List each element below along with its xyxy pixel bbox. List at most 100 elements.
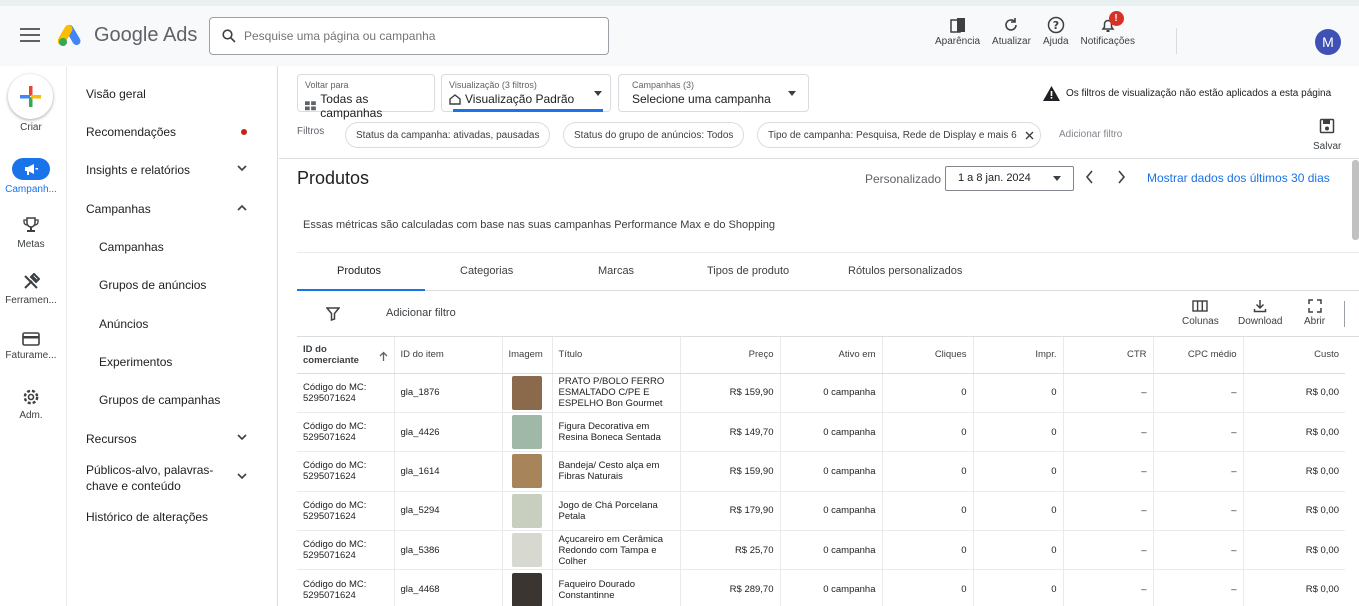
col-item-id[interactable]: ID do item — [393, 337, 502, 374]
filter-chip-campaign-status[interactable]: Status da campanha: ativadas, pausadas — [345, 122, 551, 148]
tab-categories[interactable]: Categorias — [460, 265, 513, 277]
campaign-selector[interactable]: Campanhas (3) Selecione uma campanha — [618, 74, 809, 112]
close-icon[interactable] — [1025, 131, 1034, 140]
item-id-link[interactable]: gla_1876 — [393, 373, 502, 413]
nav-ad-groups[interactable]: Grupos de anúncios — [99, 278, 206, 292]
product-title-link[interactable]: Bandeja/ Cesto alça em Fibras Naturais — [551, 451, 680, 492]
rail-tools[interactable]: Ferramen... — [0, 272, 62, 306]
save-button[interactable]: Salvar — [1313, 118, 1341, 152]
chevron-up-icon[interactable] — [237, 204, 247, 211]
item-id-link[interactable]: gla_5386 — [393, 530, 502, 571]
nav-campaigns-group[interactable]: Campanhas — [86, 202, 151, 216]
tools-icon — [24, 272, 41, 289]
chevron-left-icon[interactable] — [1085, 170, 1094, 184]
product-title-link[interactable]: Jogo de Chá Porcelana Petala — [551, 491, 680, 532]
back-to-selector[interactable]: Voltar para Todas as campanhas — [297, 74, 435, 120]
rail-billing[interactable]: Faturame... — [0, 332, 62, 361]
nav-recommendations[interactable]: Recomendações — [86, 125, 176, 139]
col-clicks[interactable]: Cliques — [881, 337, 973, 374]
nav-insights[interactable]: Insights e relatórios — [86, 163, 190, 177]
col-avg-cpc[interactable]: CPC médio — [1152, 337, 1243, 374]
table-row[interactable]: Código do MC: 5295071624 gla_1614 Bandeja/… — [297, 451, 1345, 492]
nav-ads[interactable]: Anúncios — [99, 317, 148, 331]
menu-icon[interactable] — [20, 28, 40, 42]
refresh-button[interactable]: Atualizar — [992, 14, 1031, 47]
ctr-cell: – — [1062, 491, 1153, 532]
toolbar-add-filter[interactable]: Adicionar filtro — [386, 307, 456, 319]
chevron-down-icon[interactable] — [237, 473, 247, 480]
nav-change-history[interactable]: Histórico de alterações — [86, 510, 208, 524]
product-title-link[interactable]: Faqueiro Dourado Constantinne — [551, 569, 680, 606]
col-image[interactable]: Imagem — [501, 337, 552, 374]
col-active-in[interactable]: Ativo em — [779, 337, 882, 374]
nav-campaign-groups[interactable]: Grupos de campanhas — [99, 393, 220, 407]
col-title[interactable]: Título — [551, 337, 680, 374]
item-id-link[interactable]: gla_5294 — [393, 491, 502, 532]
nav-audiences[interactable]: Públicos-alvo, palavras- chave e conteúd… — [86, 462, 213, 494]
col-merchant-id[interactable]: ID do comerciante — [297, 337, 394, 374]
nav-experiments[interactable]: Experimentos — [99, 355, 172, 369]
product-image-cell — [501, 412, 552, 453]
sort-arrow-up-icon[interactable] — [379, 351, 388, 361]
item-id-link[interactable]: gla_4468 — [393, 569, 502, 606]
nav-campaigns[interactable]: Campanhas — [99, 240, 164, 254]
tab-brands[interactable]: Marcas — [598, 265, 634, 277]
filter-chip-campaign-type[interactable]: Tipo de campanha: Pesquisa, Rede de Disp… — [757, 122, 1041, 148]
rail-admin[interactable]: Adm. — [0, 388, 62, 421]
avatar[interactable]: M — [1315, 29, 1341, 55]
view-selector[interactable]: Visualização (3 filtros) Visualização Pa… — [441, 74, 611, 112]
chevron-down-icon[interactable] — [237, 434, 247, 441]
active-in-link[interactable]: 0 campanha — [779, 451, 882, 492]
product-title-link[interactable]: Figura Decorativa em Resina Boneca Senta… — [551, 412, 680, 453]
table-row[interactable]: Código do MC: 5295071624 gla_5294 Jogo de … — [297, 491, 1345, 532]
download-button[interactable]: Download — [1238, 299, 1282, 327]
columns-button[interactable]: Colunas — [1182, 299, 1219, 327]
item-id-link[interactable]: gla_4426 — [393, 412, 502, 453]
filter-chip-adgroup-status[interactable]: Status do grupo de anúncios: Todos — [563, 122, 745, 148]
notifications-button[interactable]: ! Notificações — [1081, 11, 1135, 47]
google-ads-logo[interactable]: Google Ads — [58, 23, 197, 47]
product-title-link[interactable]: Açucareiro em Cerâmica Redondo com Tampa… — [551, 530, 680, 571]
help-button[interactable]: ? Ajuda — [1043, 14, 1069, 47]
col-ctr[interactable]: CTR — [1062, 337, 1153, 374]
active-in-link[interactable]: 0 campanha — [779, 569, 882, 606]
appearance-button[interactable]: Aparência — [935, 14, 980, 47]
item-id-link[interactable]: gla_1614 — [393, 451, 502, 492]
tab-product-types[interactable]: Tipos de produto — [707, 265, 789, 277]
active-in-link[interactable]: 0 campanha — [779, 412, 882, 453]
chevron-down-icon[interactable] — [237, 165, 247, 172]
chevron-right-icon[interactable] — [1117, 170, 1126, 184]
rail-goals[interactable]: Metas — [0, 216, 62, 250]
create-button[interactable] — [8, 74, 53, 119]
rail-campaigns[interactable]: Campanh... — [0, 158, 62, 195]
col-price[interactable]: Preço — [679, 337, 780, 374]
clicks-cell: 0 — [881, 373, 973, 413]
table-row[interactable]: Código do MC: 5295071624 gla_4468 Faqueiro… — [297, 569, 1345, 606]
table-row[interactable]: Código do MC: 5295071624 gla_5386 Açucarei… — [297, 530, 1345, 571]
active-in-link[interactable]: 0 campanha — [779, 373, 882, 413]
table-row[interactable]: Código do MC: 5295071624 gla_1876 PRATO P/… — [297, 373, 1345, 413]
active-in-link[interactable]: 0 campanha — [779, 530, 882, 571]
nav-overview[interactable]: Visão geral — [86, 87, 146, 101]
vertical-scrollbar[interactable] — [1352, 160, 1359, 240]
left-rail: Criar Campanh... Metas Ferramen... Fatur… — [0, 66, 62, 606]
tab-custom-labels[interactable]: Rótulos personalizados — [848, 265, 962, 277]
product-title-link[interactable]: PRATO P/BOLO FERRO ESMALTADO C/PE E ESPE… — [551, 373, 680, 413]
table-row[interactable]: Código do MC: 5295071624 gla_4426 Figura D… — [297, 412, 1345, 453]
last-30-days-link[interactable]: Mostrar dados dos últimos 30 dias — [1147, 171, 1330, 185]
expand-button[interactable]: Abrir — [1304, 299, 1325, 327]
filter-icon[interactable] — [326, 307, 340, 321]
clicks-cell: 0 — [881, 412, 973, 453]
date-range-selector[interactable]: 1 a 8 jan. 2024 — [945, 166, 1074, 191]
active-in-link[interactable]: 0 campanha — [779, 491, 882, 532]
col-impressions[interactable]: Impr. — [972, 337, 1063, 374]
search-input[interactable] — [244, 29, 584, 43]
search-box[interactable] — [209, 17, 609, 55]
nav-assets[interactable]: Recursos — [86, 432, 137, 446]
date-range-value: 1 a 8 jan. 2024 — [958, 172, 1031, 184]
table-header-row: ID do comerciante ID do item Imagem Títu… — [297, 337, 1345, 374]
tab-products[interactable]: Produtos — [337, 265, 381, 277]
col-cost[interactable]: Custo — [1242, 337, 1345, 374]
avg-cpc-cell: – — [1152, 569, 1243, 606]
add-filter-link[interactable]: Adicionar filtro — [1059, 129, 1122, 140]
